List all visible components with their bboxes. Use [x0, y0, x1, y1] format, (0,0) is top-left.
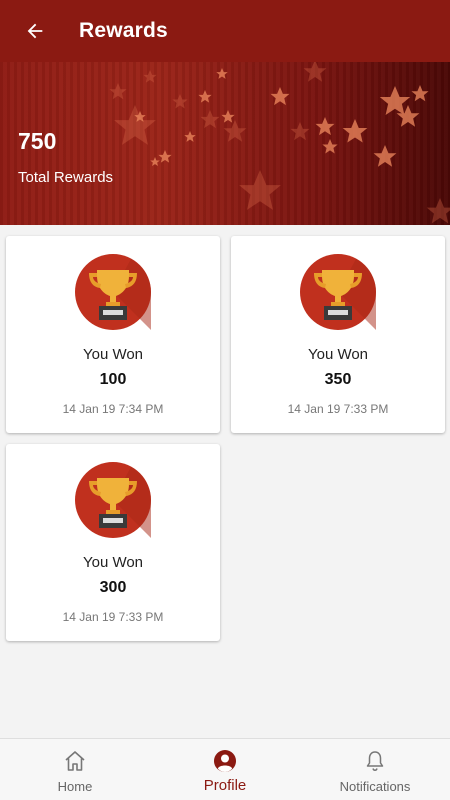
nav-item-profile[interactable]: Profile	[150, 739, 300, 800]
arrow-left-icon	[27, 23, 43, 39]
nav-label-home: Home	[57, 779, 93, 794]
reward-amount: 300	[99, 579, 127, 596]
trophy-icon	[300, 254, 376, 330]
reward-date: 14 Jan 19 7:33 PM	[62, 610, 164, 624]
reward-card[interactable]: You Won 100 14 Jan 19 7:34 PM	[6, 236, 220, 433]
reward-card[interactable]: You Won 300 14 Jan 19 7:33 PM	[6, 444, 220, 641]
reward-date: 14 Jan 19 7:34 PM	[62, 402, 164, 416]
total-rewards-label: Total Rewards	[18, 169, 114, 186]
back-button[interactable]	[0, 0, 70, 62]
rewards-banner: 750 Total Rewards	[0, 62, 450, 225]
reward-amount: 350	[324, 371, 352, 388]
reward-card[interactable]: You Won 350 14 Jan 19 7:33 PM	[231, 236, 445, 433]
reward-date: 14 Jan 19 7:33 PM	[287, 402, 389, 416]
nav-label-profile: Profile	[203, 777, 247, 794]
you-won-label: You Won	[82, 554, 144, 571]
trophy-icon	[75, 254, 151, 330]
home-icon	[65, 751, 85, 771]
you-won-label: You Won	[307, 346, 369, 363]
app-bar: Rewards	[0, 0, 450, 62]
bottom-navigation: Home Profile Notifications	[0, 738, 450, 800]
you-won-label: You Won	[82, 346, 144, 363]
bell-icon	[366, 751, 384, 772]
nav-item-notifications[interactable]: Notifications	[300, 739, 450, 800]
nav-label-notifications: Notifications	[339, 779, 411, 794]
nav-item-home[interactable]: Home	[0, 739, 150, 800]
reward-amount: 100	[99, 371, 127, 388]
trophy-icon	[75, 462, 151, 538]
profile-icon	[214, 750, 236, 772]
page-title: Rewards	[79, 19, 168, 42]
stars-decoration	[109, 62, 450, 224]
total-rewards-value: 750	[18, 128, 57, 154]
